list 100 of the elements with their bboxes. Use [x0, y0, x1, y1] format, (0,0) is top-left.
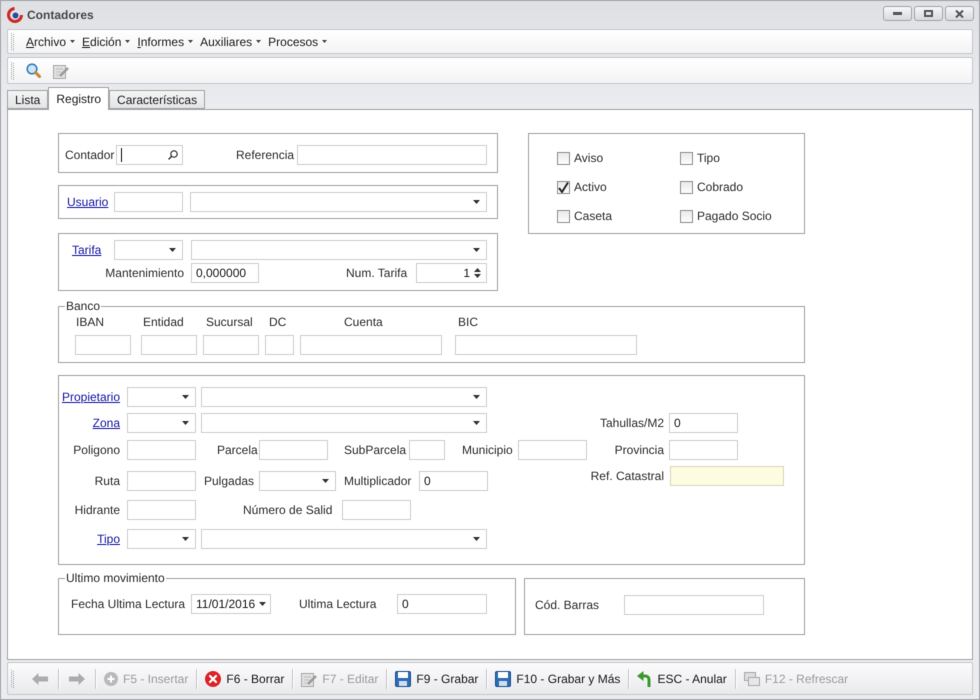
- date-dropdown[interactable]: 11/01/2016: [191, 594, 271, 614]
- caret-down-icon: [169, 248, 176, 252]
- caret-down-icon: [322, 479, 329, 483]
- dropdown[interactable]: [201, 387, 487, 407]
- text-field[interactable]: 0: [419, 471, 488, 491]
- field-label: IBAN: [76, 315, 104, 329]
- field-label: Contador: [65, 148, 114, 162]
- menu-item[interactable]: Auxiliares: [197, 32, 264, 52]
- field-link[interactable]: Usuario: [67, 195, 108, 209]
- text-field[interactable]: 0: [669, 413, 738, 433]
- caret-down-icon[interactable]: [474, 274, 481, 278]
- text-field[interactable]: [300, 335, 442, 355]
- x-circle-icon: [205, 670, 222, 686]
- text-field[interactable]: [670, 466, 784, 486]
- tab[interactable]: Características: [109, 90, 206, 109]
- dropdown[interactable]: [201, 529, 487, 549]
- text-field[interactable]: [127, 500, 196, 520]
- caret-down-icon: [473, 537, 480, 541]
- text-field[interactable]: [141, 335, 197, 355]
- caret-down-icon: [256, 40, 262, 43]
- checkbox[interactable]: [680, 210, 693, 222]
- checkbox[interactable]: [557, 152, 570, 164]
- dropdown[interactable]: [191, 240, 487, 260]
- grip-icon[interactable]: [11, 62, 14, 80]
- minimize-button[interactable]: [883, 6, 912, 21]
- text-field[interactable]: [297, 145, 487, 165]
- dropdown[interactable]: [114, 240, 183, 260]
- save-and-more-button[interactable]: F10 - Grabar y Más: [491, 666, 624, 690]
- caret-down-icon: [473, 421, 480, 425]
- checkbox[interactable]: [557, 210, 570, 222]
- text-field[interactable]: [75, 335, 131, 355]
- cancel-button[interactable]: ESC - Anular: [633, 666, 731, 690]
- tab[interactable]: Lista: [7, 90, 48, 109]
- checkbox-label: Aviso: [574, 151, 604, 165]
- field-label: Ruta: [94, 474, 120, 488]
- caret-down-icon: [70, 40, 76, 43]
- caret-down-icon: [473, 248, 480, 252]
- caret-up-icon[interactable]: [474, 268, 481, 272]
- text-field[interactable]: [669, 440, 738, 460]
- grip-icon[interactable]: [11, 670, 14, 688]
- caret-down-icon: [182, 395, 189, 399]
- text-field[interactable]: 0: [397, 594, 487, 614]
- field-link[interactable]: Tipo: [97, 532, 120, 546]
- field-label: Sucursal: [206, 315, 253, 329]
- section-title: Ultimo movimiento: [65, 571, 166, 585]
- text-field[interactable]: [127, 471, 196, 491]
- save-button[interactable]: F9 - Grabar: [391, 666, 482, 690]
- dropdown[interactable]: [127, 413, 196, 433]
- checkbox-label: Activo: [574, 180, 607, 194]
- dropdown[interactable]: [259, 471, 336, 491]
- text-field[interactable]: [127, 440, 196, 460]
- text-field[interactable]: [455, 335, 637, 355]
- pencil-document-icon: [301, 670, 318, 686]
- field-link[interactable]: Zona: [92, 416, 120, 430]
- field-label: Ref. Catastral: [590, 469, 664, 483]
- field-label: DC: [269, 315, 286, 329]
- text-field[interactable]: [624, 595, 764, 615]
- field-label: Multiplicador: [344, 474, 412, 488]
- field-label: Pulgadas: [204, 474, 254, 488]
- text-field[interactable]: [518, 440, 587, 460]
- dropdown[interactable]: [201, 413, 487, 433]
- delete-button[interactable]: F6 - Borrar: [201, 666, 288, 690]
- grip-icon[interactable]: [11, 32, 14, 50]
- field-label: Hidrante: [74, 503, 120, 517]
- caret-down-icon: [182, 537, 189, 541]
- field-label: Provincia: [614, 443, 664, 457]
- logo-icon: [7, 6, 23, 22]
- checkbox[interactable]: [680, 180, 693, 194]
- number-spinner[interactable]: 1: [416, 263, 487, 283]
- field-label: Num. Tarifa: [346, 266, 408, 280]
- text-field[interactable]: [203, 335, 259, 355]
- plus-circle-icon: [104, 672, 118, 686]
- field-label: Entidad: [143, 315, 184, 329]
- text-field[interactable]: 0,000000: [191, 263, 259, 283]
- checkbox[interactable]: [680, 152, 693, 164]
- dropdown[interactable]: [127, 529, 196, 549]
- search-field[interactable]: [116, 145, 183, 165]
- dropdown[interactable]: [127, 387, 196, 407]
- dropdown[interactable]: [190, 192, 487, 212]
- menu-item[interactable]: Archivo: [23, 32, 78, 52]
- caret-down-icon: [188, 40, 194, 43]
- menu-item[interactable]: Edición: [79, 32, 134, 52]
- text-field[interactable]: [114, 192, 183, 212]
- text-field[interactable]: [265, 335, 294, 355]
- menu-item[interactable]: Procesos: [265, 32, 330, 52]
- search-icon[interactable]: [168, 150, 178, 160]
- menu-item[interactable]: Informes: [134, 32, 196, 52]
- text-field[interactable]: [409, 440, 445, 460]
- maximize-button[interactable]: [914, 6, 943, 21]
- check-icon: [558, 182, 569, 192]
- field-label: Número de Salid: [243, 503, 332, 517]
- close-button[interactable]: [945, 6, 974, 21]
- field-link[interactable]: Propietario: [62, 390, 120, 404]
- field-link[interactable]: Tarifa: [72, 243, 102, 257]
- checkbox[interactable]: [557, 180, 570, 194]
- checkbox-label: Tipo: [697, 151, 720, 165]
- text-field[interactable]: [259, 440, 328, 460]
- tab[interactable]: Registro: [48, 87, 110, 110]
- caret-down-icon: [259, 602, 266, 606]
- text-field[interactable]: [342, 500, 411, 520]
